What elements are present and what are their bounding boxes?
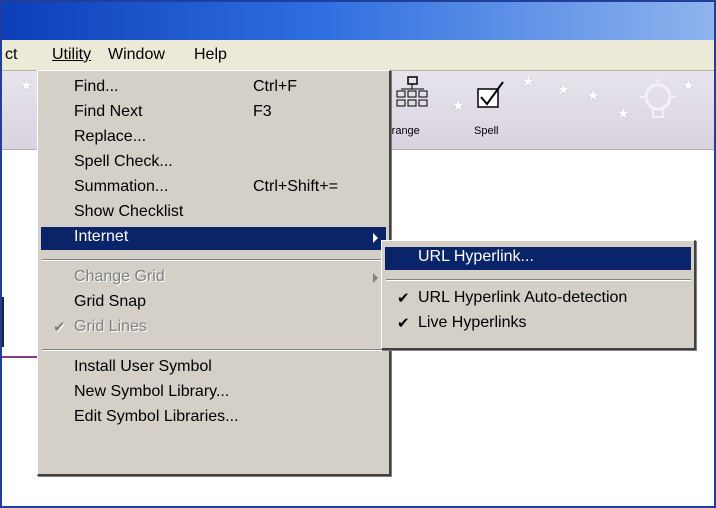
menu-bar: ct Utility Window Help xyxy=(2,40,714,71)
spell-button[interactable]: Spell xyxy=(470,75,520,147)
menu-item-label: Change Grid xyxy=(74,268,165,285)
menu-item-label: Find Next xyxy=(74,103,143,120)
menu-item-live-hyperlinks[interactable]: ✔ Live Hyperlinks xyxy=(385,313,691,336)
star-decoration-icon: ★ xyxy=(587,87,600,103)
menu-item-shortcut: Ctrl+F xyxy=(253,78,297,95)
menu-separator xyxy=(42,349,386,351)
menu-item-label: Spell Check... xyxy=(74,153,173,170)
canvas-line xyxy=(2,356,40,358)
utility-menu: Find... Ctrl+F Find Next F3 Replace... S… xyxy=(37,70,391,476)
arrange-label: rrange xyxy=(388,125,420,137)
menu-item-label: URL Hyperlink Auto-detection xyxy=(418,289,628,306)
menu-window[interactable]: Window xyxy=(108,46,165,64)
menu-item-label: Summation... xyxy=(74,178,169,195)
menu-item-install-user-symbol[interactable]: Install User Symbol xyxy=(41,357,386,380)
menu-separator xyxy=(386,279,691,281)
menu-item-label: Find... xyxy=(74,78,119,95)
menu-item-change-grid: Change Grid xyxy=(41,267,386,290)
menu-project-partial[interactable]: ct xyxy=(5,46,17,64)
menu-item-find-next[interactable]: Find Next F3 xyxy=(41,102,386,125)
menu-item-shortcut: F3 xyxy=(253,103,272,120)
lightbulb-icon xyxy=(640,79,676,118)
canvas-edge-mark xyxy=(2,297,4,347)
menu-item-replace[interactable]: Replace... xyxy=(41,127,386,150)
menu-item-label: Install User Symbol xyxy=(74,358,212,375)
star-decoration-icon: ★ xyxy=(682,77,695,93)
menu-item-label: Grid Snap xyxy=(74,293,147,310)
star-decoration-icon: ★ xyxy=(20,77,33,93)
arrange-button[interactable]: rrange xyxy=(388,75,448,147)
star-decoration-icon: ★ xyxy=(452,97,465,113)
arrange-icon xyxy=(396,76,428,107)
menu-separator xyxy=(42,259,386,261)
menu-item-label: Grid Lines xyxy=(74,318,147,335)
menu-item-url-hyperlink[interactable]: URL Hyperlink... xyxy=(385,247,691,270)
menu-item-spell-check[interactable]: Spell Check... xyxy=(41,152,386,175)
star-decoration-icon: ★ xyxy=(522,73,535,89)
menu-item-label: Live Hyperlinks xyxy=(418,314,527,331)
spell-check-icon xyxy=(477,81,504,108)
menu-help[interactable]: Help xyxy=(194,46,227,64)
menu-item-new-symbol-library[interactable]: New Symbol Library... xyxy=(41,382,386,405)
star-decoration-icon: ★ xyxy=(617,105,630,121)
menu-item-label: URL Hyperlink... xyxy=(418,248,534,265)
menu-item-label: New Symbol Library... xyxy=(74,383,230,400)
title-bar xyxy=(2,2,714,40)
menu-item-label: Internet xyxy=(74,228,129,245)
menu-item-url-hyperlink-auto-detection[interactable]: ✔ URL Hyperlink Auto-detection xyxy=(385,288,691,311)
spell-label: Spell xyxy=(474,125,499,137)
menu-item-show-checklist[interactable]: Show Checklist xyxy=(41,202,386,225)
menu-item-label: Replace... xyxy=(74,128,147,145)
menu-item-find[interactable]: Find... Ctrl+F xyxy=(41,77,386,100)
submenu-arrow-icon xyxy=(373,273,378,283)
menu-item-grid-snap[interactable]: Grid Snap xyxy=(41,292,386,315)
menu-item-label: Show Checklist xyxy=(74,203,184,220)
checkmark-icon: ✔ xyxy=(397,290,410,307)
checkmark-icon: ✔ xyxy=(397,315,410,332)
menu-item-edit-symbol-libraries[interactable]: Edit Symbol Libraries... xyxy=(41,407,386,430)
menu-utility[interactable]: Utility xyxy=(52,46,91,64)
menu-item-shortcut: Ctrl+Shift+= xyxy=(253,178,338,195)
menu-item-internet[interactable]: Internet xyxy=(41,227,386,250)
submenu-arrow-icon xyxy=(373,233,378,243)
menu-item-label: Edit Symbol Libraries... xyxy=(74,408,239,425)
star-decoration-icon: ★ xyxy=(557,81,570,97)
checkmark-icon: ✔ xyxy=(53,319,66,336)
internet-submenu: URL Hyperlink... ✔ URL Hyperlink Auto-de… xyxy=(381,240,696,350)
menu-item-summation[interactable]: Summation... Ctrl+Shift+= xyxy=(41,177,386,200)
menu-item-grid-lines: ✔ Grid Lines xyxy=(41,317,386,340)
